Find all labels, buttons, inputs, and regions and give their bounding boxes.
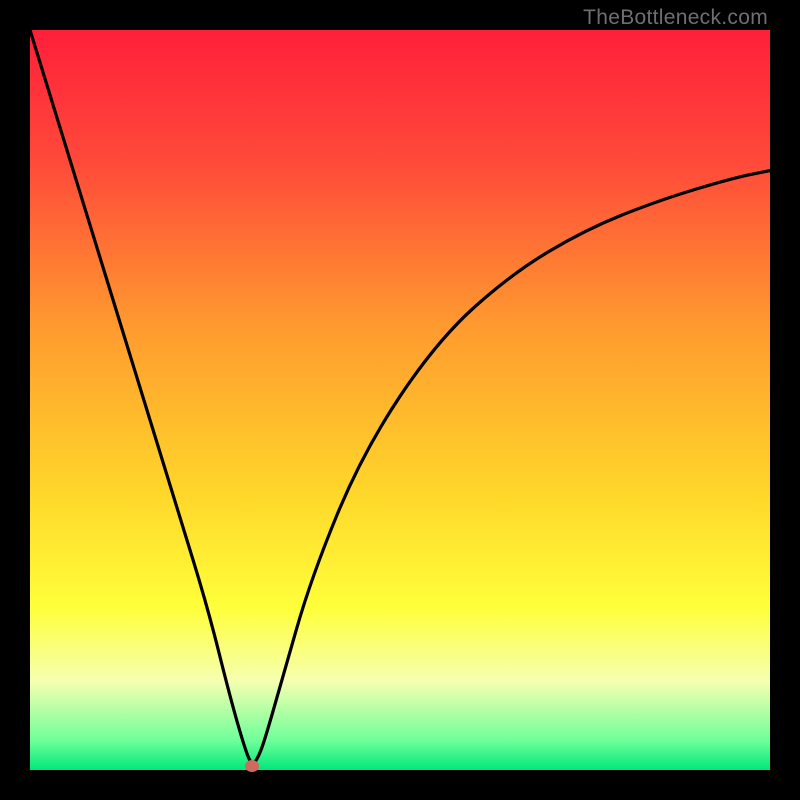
chart-frame xyxy=(30,30,770,770)
watermark-text: TheBottleneck.com xyxy=(583,6,768,30)
bottleneck-curve xyxy=(30,30,770,770)
curve-path xyxy=(30,30,770,763)
minimum-point-marker xyxy=(245,760,259,772)
